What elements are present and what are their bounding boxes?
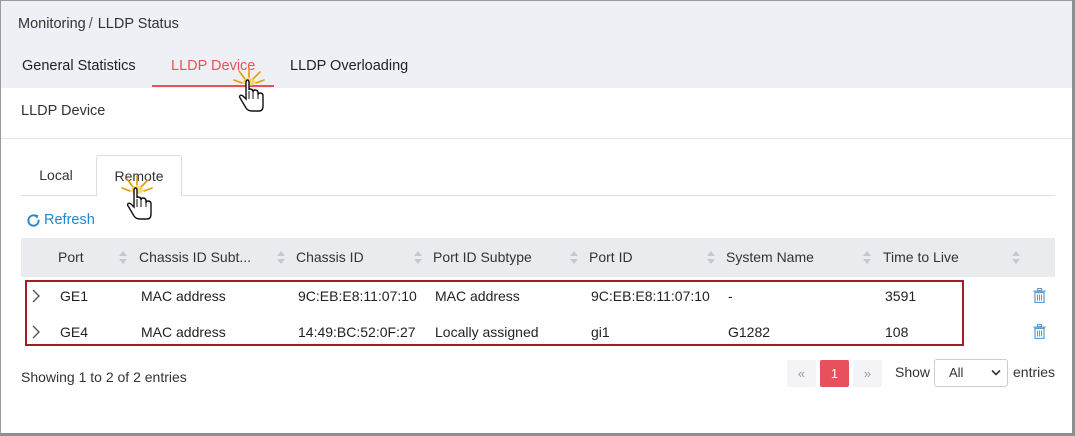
page-size-value: All — [949, 365, 964, 380]
sort-icon[interactable] — [277, 251, 285, 264]
refresh-button[interactable]: Refresh — [26, 212, 95, 228]
sub-tab-bar: Local Remote — [21, 155, 1055, 197]
section-header: LLDP Device — [1, 88, 1072, 139]
highlight-annotation-box — [25, 280, 964, 346]
sort-icon[interactable] — [1012, 251, 1020, 264]
show-label: Show — [895, 364, 931, 380]
column-header-port-id[interactable]: Port ID — [589, 238, 633, 277]
breadcrumb-current: LLDP Status — [97, 16, 179, 32]
pagination-page-1[interactable]: 1 — [820, 360, 849, 387]
column-header-port-id-subtype[interactable]: Port ID Subtype — [433, 238, 532, 277]
breadcrumb: Monitoring / LLDP Status — [18, 16, 179, 32]
tab-lldp-overloading[interactable]: LLDP Overloading — [290, 58, 408, 87]
sort-icon[interactable] — [570, 251, 578, 264]
column-header-chassis-id-subtype[interactable]: Chassis ID Subt... — [139, 238, 251, 277]
sort-icon[interactable] — [414, 251, 422, 264]
refresh-label: Refresh — [44, 212, 95, 228]
click-cursor-icon — [233, 67, 265, 112]
section-title: LLDP Device — [21, 103, 106, 119]
table-summary: Showing 1 to 2 of 2 entries — [21, 369, 187, 385]
pagination-next-button[interactable]: » — [853, 360, 882, 387]
column-header-chassis-id[interactable]: Chassis ID — [296, 238, 364, 277]
sort-icon[interactable] — [707, 251, 715, 264]
breadcrumb-parent[interactable]: Monitoring — [18, 16, 86, 32]
table-header: Port Chassis ID Subt... Chassis ID Port … — [21, 238, 1055, 277]
column-header-port[interactable]: Port — [58, 238, 84, 277]
click-cursor-icon — [121, 175, 153, 220]
chevron-down-icon — [991, 369, 1001, 376]
page-size-select[interactable]: All — [934, 359, 1008, 387]
column-header-time-to-live[interactable]: Time to Live — [883, 238, 959, 277]
trash-icon[interactable] — [1033, 324, 1046, 339]
tab-local[interactable]: Local — [21, 155, 91, 196]
column-header-system-name[interactable]: System Name — [726, 238, 814, 277]
sort-icon[interactable] — [863, 251, 871, 264]
pagination-prev-button[interactable]: « — [787, 360, 816, 387]
sort-icon[interactable] — [119, 251, 127, 264]
trash-icon[interactable] — [1033, 288, 1046, 303]
top-header-band — [1, 1, 1072, 88]
tab-general-statistics[interactable]: General Statistics — [22, 58, 136, 87]
entries-label: entries — [1013, 364, 1056, 380]
window-frame: Monitoring / LLDP Status General Statistic… — [0, 0, 1075, 436]
breadcrumb-separator: / — [88, 16, 93, 32]
refresh-icon — [27, 213, 40, 227]
